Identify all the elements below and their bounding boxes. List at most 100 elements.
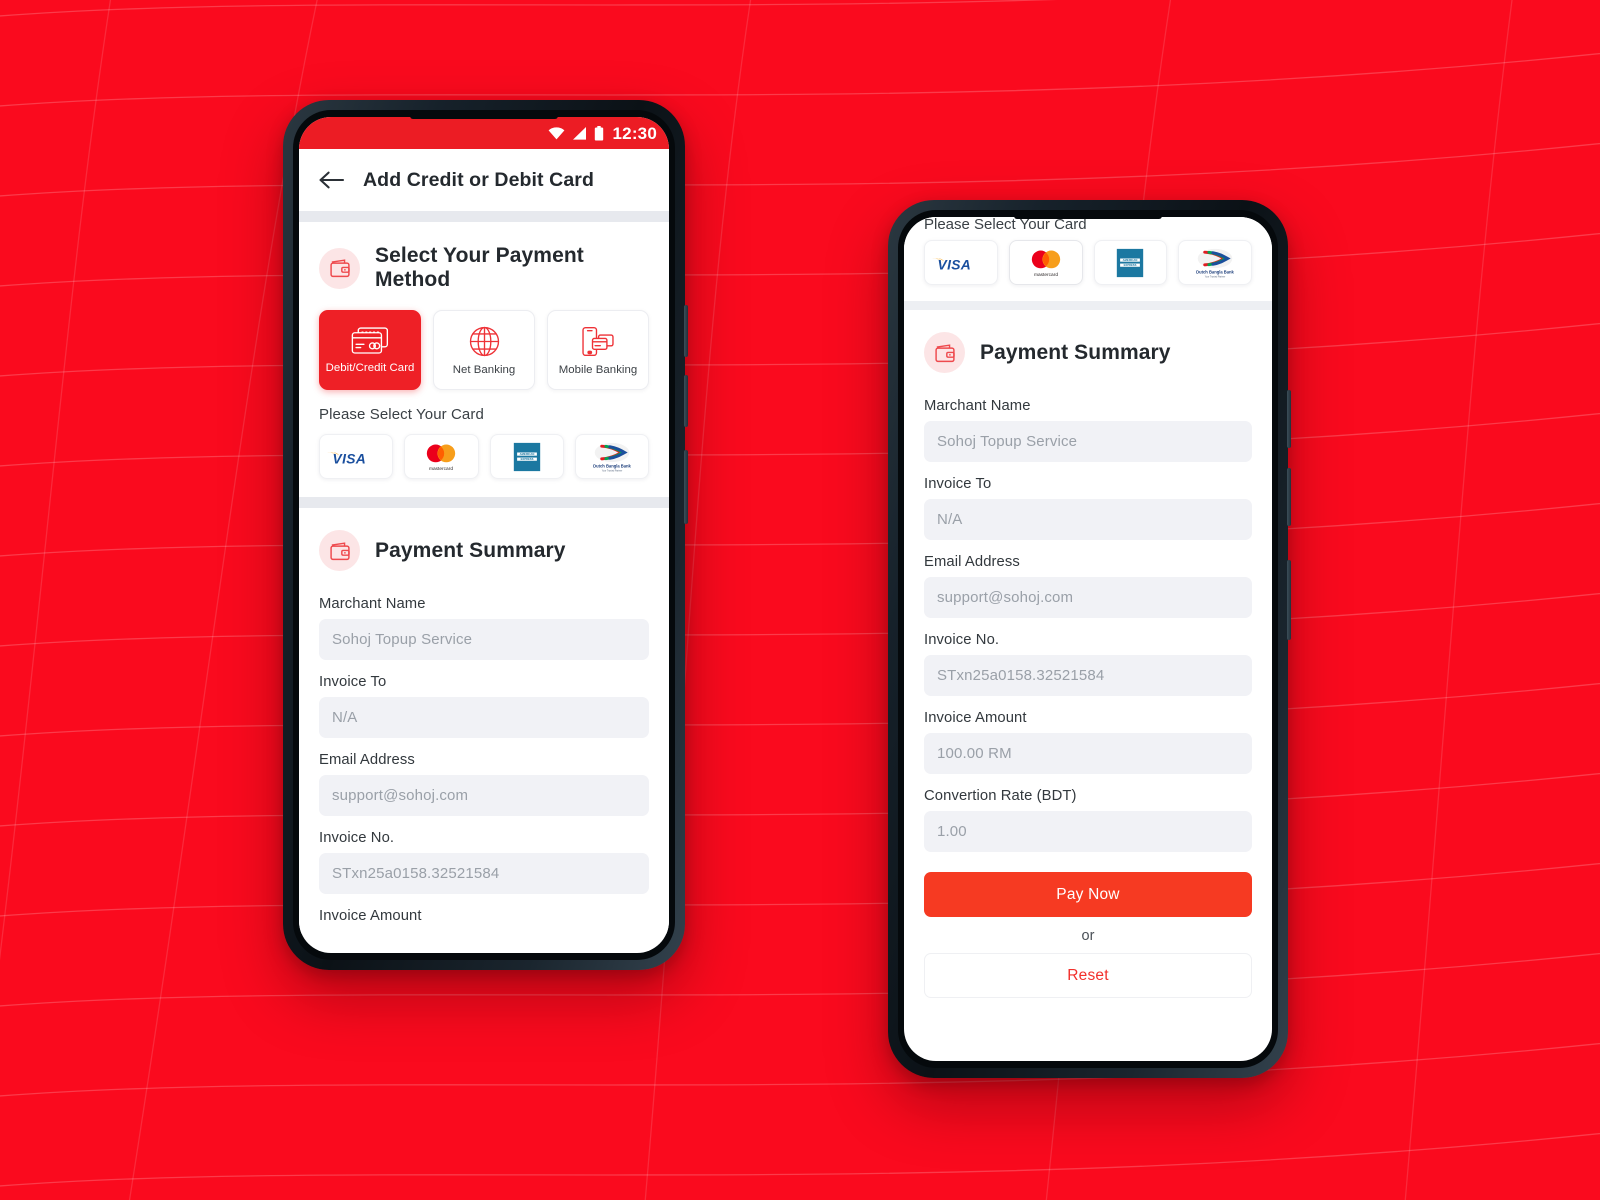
dutch-bangla-bank-logo: Dutch Bangla Bank Your Trusted Partner [593,442,631,472]
volume-down-button[interactable] [684,375,688,427]
pay-now-button[interactable]: Pay Now [924,872,1252,917]
visa-logo: VISA [327,450,366,466]
marchant-name-input[interactable]: Sohoj Topup Service [319,619,649,660]
svg-text:EXPRESS: EXPRESS [520,457,533,461]
section-title: Payment Summary [980,340,1171,364]
mobile-card-icon [582,326,614,356]
section-header: Payment Summary [924,310,1252,387]
globe-icon [469,326,499,356]
payment-method-net-banking[interactable]: Net Banking [433,310,535,390]
form-field-email-address: Email Address support@sohoj.com [924,543,1252,621]
field-label: Marchant Name [319,596,426,612]
power-button[interactable] [684,450,688,524]
volume-up-button[interactable] [684,305,688,357]
field-value: support@sohoj.com [937,589,1074,606]
amex-logo: AMERICAN EXPRESS [513,442,540,471]
field-label: Invoice No. [924,632,1000,648]
signal-icon [572,126,586,140]
section-divider [299,211,669,222]
svg-text:mastercard: mastercard [429,465,453,471]
status-bar-time: 12:30 [612,123,657,143]
volume-down-button[interactable] [1287,468,1291,526]
mastercard-logo: mastercard [427,444,456,471]
card-brand-amex[interactable]: AMERICAN EXPRESS [1093,240,1168,285]
field-label: Invoice Amount [924,710,1027,726]
card-brand-visa[interactable]: VISA [924,240,998,285]
card-brand-dutch-bangla-bank[interactable]: Dutch Bangla Bank Your Trusted Partner [1178,240,1252,285]
select-card-label: Please Select Your Card [319,406,484,423]
form-field-invoice-amount: Invoice Amount 100.00 RM [924,699,1252,777]
invoice-to-input[interactable]: N/A [319,697,649,738]
payment-method-label: Mobile Banking [558,363,638,376]
section-header: Payment Summary [319,508,649,585]
payment-method-label: Debit/Credit Card [325,362,415,374]
marchant-name-input[interactable]: Sohoj Topup Service [924,421,1252,462]
power-button[interactable] [1287,560,1291,640]
svg-text:mastercard: mastercard [1034,271,1058,277]
wifi-icon [548,126,564,139]
field-value: STxn25a0158.32521584 [937,667,1105,684]
card-brands-row: VISA mastercard AMERICAN EXPRESS Dutch B… [319,434,649,497]
field-label: Convertion Rate (BDT) [924,788,1077,804]
wallet-icon [319,530,360,571]
invoice-no-input[interactable]: STxn25a0158.32521584 [924,655,1252,696]
phone-device-left: 12:30 Add Credit or Debit Card Select Yo… [283,100,688,970]
section-title: Select Your Payment Method [375,244,584,291]
back-arrow-icon[interactable] [319,170,345,190]
form-field-invoice-to: Invoice To N/A [319,663,649,741]
svg-text:VISA: VISA [937,256,971,272]
payment-summary-section-left: Payment Summary Marchant Name Sohoj Topu… [299,508,669,934]
battery-icon [594,125,603,140]
field-label: Invoice Amount [319,908,422,924]
field-value: N/A [332,709,358,726]
page-title: Add Credit or Debit Card [363,168,594,191]
app-bar: Add Credit or Debit Card [299,149,669,211]
field-label: Email Address [924,554,1020,570]
background-line-pattern [0,0,1600,1200]
card-brand-visa[interactable]: VISA [319,434,394,479]
payment-method-debit-credit-card[interactable]: Debit/Credit Card [319,310,421,390]
dutch-bangla-bank-logo: Dutch Bangla Bank Your Trusted Partner [1196,248,1235,278]
field-value: N/A [937,511,963,528]
card-brand-mastercard[interactable]: mastercard [404,434,479,479]
email-address-input[interactable]: support@sohoj.com [924,577,1252,618]
card-brand-mastercard[interactable]: mastercard [1008,240,1083,285]
section-divider [904,301,1272,310]
field-label: Invoice To [319,674,387,690]
section-header: Select Your Payment Method [319,222,649,306]
svg-text:Your Trusted Partner: Your Trusted Partner [1205,275,1226,278]
convertion-rate-input[interactable]: 1.00 [924,811,1252,852]
field-label: Marchant Name [924,398,1031,414]
field-value: 100.00 RM [937,745,1012,762]
svg-text:AMERICAN: AMERICAN [519,452,534,456]
phone-screen-left: 12:30 Add Credit or Debit Card Select Yo… [299,117,669,953]
field-value: support@sohoj.com [332,787,469,804]
clipped-select-card-label: Please Select Your Card [904,217,1272,234]
svg-text:AMERICAN: AMERICAN [1123,258,1138,262]
reset-button[interactable]: Reset [924,953,1252,998]
card-brand-dutch-bangla-bank[interactable]: Dutch Bangla Bank Your Trusted Partner [574,434,649,479]
card-brand-amex[interactable]: AMERICAN EXPRESS [489,434,564,479]
section-title: Payment Summary [375,538,566,562]
earpiece-speaker [1014,213,1162,219]
cards-stack-icon [351,327,389,354]
invoice-no-input[interactable]: STxn25a0158.32521584 [319,853,649,894]
payment-method-label: Net Banking [452,363,516,376]
payment-summary-section-right: Payment Summary Marchant Name Sohoj Topu… [904,310,1272,998]
wallet-icon [924,332,965,373]
phone-device-right: Please Select Your Card VISA mastercard … [888,200,1291,1078]
earpiece-speaker [410,113,558,119]
payment-method-mobile-banking[interactable]: Mobile Banking [547,310,649,390]
form-field-invoice-to: Invoice To N/A [924,465,1252,543]
svg-text:Dutch Bangla Bank: Dutch Bangla Bank [1196,269,1234,274]
amex-logo: AMERICAN EXPRESS [1117,248,1144,277]
svg-text:EXPRESS: EXPRESS [1124,263,1137,267]
invoice-to-input[interactable]: N/A [924,499,1252,540]
invoice-amount-input[interactable]: 100.00 RM [924,733,1252,774]
form-field-marchant-name: Marchant Name Sohoj Topup Service [319,585,649,663]
form-field-invoice-no: Invoice No. STxn25a0158.32521584 [924,621,1252,699]
email-address-input[interactable]: support@sohoj.com [319,775,649,816]
volume-up-button[interactable] [1287,390,1291,448]
field-value: Sohoj Topup Service [937,433,1078,450]
field-value: Sohoj Topup Service [332,631,473,648]
